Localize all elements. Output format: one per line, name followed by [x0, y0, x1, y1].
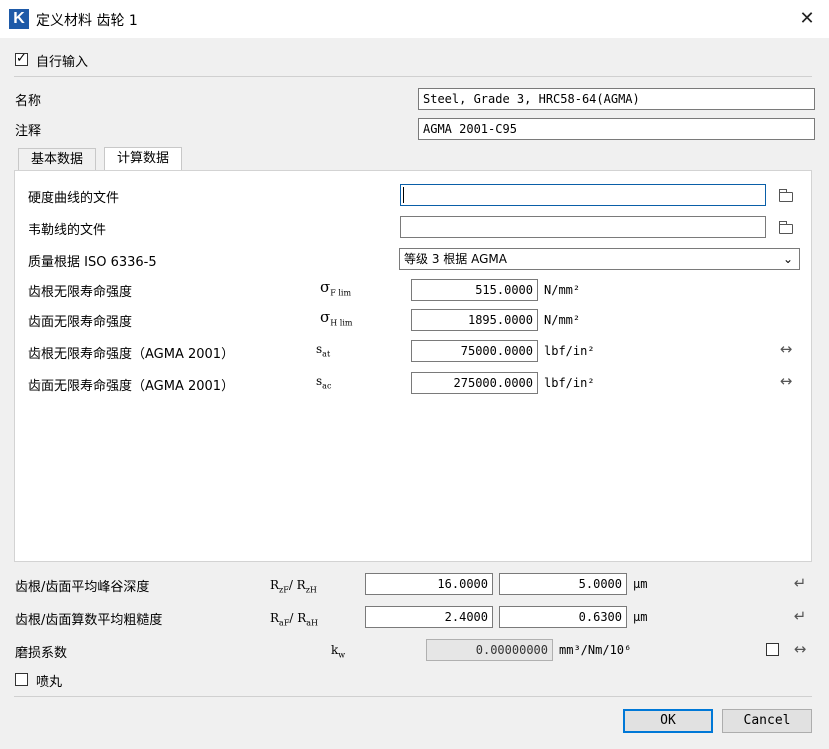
shot-peening-checkbox[interactable] — [15, 673, 28, 686]
woehler-file-input[interactable] — [400, 216, 766, 238]
unit-label: lbf/in² — [544, 376, 595, 390]
strength-value-input[interactable]: 275000.0000 — [411, 372, 538, 394]
strength-symbol: sat — [316, 342, 331, 359]
folder-icon[interactable] — [779, 189, 793, 202]
comment-input[interactable]: AGMA 2001-C95 — [418, 118, 815, 140]
quality-label: 质量根据 ISO 6336-5 — [28, 255, 157, 270]
strength-value-input[interactable]: 75000.0000 — [411, 340, 538, 362]
hardness-file-label: 硬度曲线的文件 — [28, 191, 120, 206]
strength-row-label: 齿面无限寿命强度（AGMA 2001） — [28, 379, 235, 394]
unit-label: lbf/in² — [544, 344, 595, 358]
wear-symbol: kw — [331, 643, 346, 660]
hardness-file-input[interactable] — [400, 184, 766, 206]
name-label: 名称 — [15, 94, 42, 109]
strength-symbol: sac — [316, 374, 332, 391]
divider — [14, 76, 812, 77]
double-arrow-icon[interactable]: ↔ — [776, 372, 796, 390]
quality-select[interactable]: 等级 3 根据 AGMA ⌄ — [399, 248, 800, 270]
shot-peening-label: 喷丸 — [36, 675, 63, 690]
ok-button[interactable]: OK — [623, 709, 713, 733]
return-icon[interactable]: ↵ — [790, 574, 810, 592]
roughness-symbols: RaF/ RaH — [270, 611, 319, 628]
name-input[interactable]: Steel, Grade 3, HRC58-64(AGMA) — [418, 88, 815, 110]
unit-label: μm — [633, 577, 648, 591]
strength-value-input[interactable]: 515.0000 — [411, 279, 538, 301]
cancel-button[interactable]: Cancel — [722, 709, 812, 733]
strength-row-label: 齿根无限寿命强度（AGMA 2001） — [28, 347, 235, 362]
window-title: 定义材料 齿轮 1 — [36, 13, 138, 29]
tab-calc-data[interactable]: 计算数据 — [104, 147, 183, 171]
comment-label: 注释 — [15, 124, 42, 139]
roughness-flank-input[interactable]: 0.6300 — [499, 606, 627, 628]
unit-label: N/mm² — [544, 313, 581, 327]
wear-checkbox[interactable] — [766, 643, 779, 656]
roughness-root-input[interactable]: 2.4000 — [365, 606, 493, 628]
return-icon[interactable]: ↵ — [790, 607, 810, 625]
double-arrow-icon[interactable]: ↔ — [776, 340, 796, 358]
strength-symbol: σF lim — [320, 278, 352, 298]
chevron-down-icon: ⌄ — [782, 252, 793, 266]
roughness-row-label: 齿根/齿面平均峰谷深度 — [15, 580, 150, 595]
folder-icon[interactable] — [779, 221, 793, 234]
double-arrow-icon[interactable]: ↔ — [790, 640, 810, 658]
unit-label: μm — [633, 610, 648, 624]
divider — [14, 696, 812, 697]
unit-label: N/mm² — [544, 283, 581, 297]
roughness-symbols: RzF/ RzH — [270, 578, 317, 595]
strength-symbol: σH lim — [320, 308, 353, 328]
wear-value-input: 0.00000000 — [426, 639, 553, 661]
app-logo-icon: K — [9, 9, 29, 29]
quality-selected-value: 等级 3 根据 AGMA — [404, 252, 507, 266]
self-input-checkbox[interactable] — [15, 51, 28, 66]
tab-basic-data[interactable]: 基本数据 — [18, 148, 97, 170]
woehler-file-label: 韦勒线的文件 — [28, 223, 107, 238]
unit-label: mm³/Nm/10⁶ — [559, 643, 632, 657]
strength-row-label: 齿根无限寿命强度 — [28, 285, 133, 300]
text-caret — [403, 187, 404, 203]
strength-value-input[interactable]: 1895.0000 — [411, 309, 538, 331]
strength-row-label: 齿面无限寿命强度 — [28, 315, 133, 330]
close-icon[interactable]: ✕ — [793, 6, 821, 32]
roughness-root-input[interactable]: 16.0000 — [365, 573, 493, 595]
wear-label: 磨损系数 — [15, 646, 68, 661]
roughness-flank-input[interactable]: 5.0000 — [499, 573, 627, 595]
self-input-label: 自行输入 — [36, 55, 89, 70]
roughness-row-label: 齿根/齿面算数平均粗糙度 — [15, 613, 163, 628]
